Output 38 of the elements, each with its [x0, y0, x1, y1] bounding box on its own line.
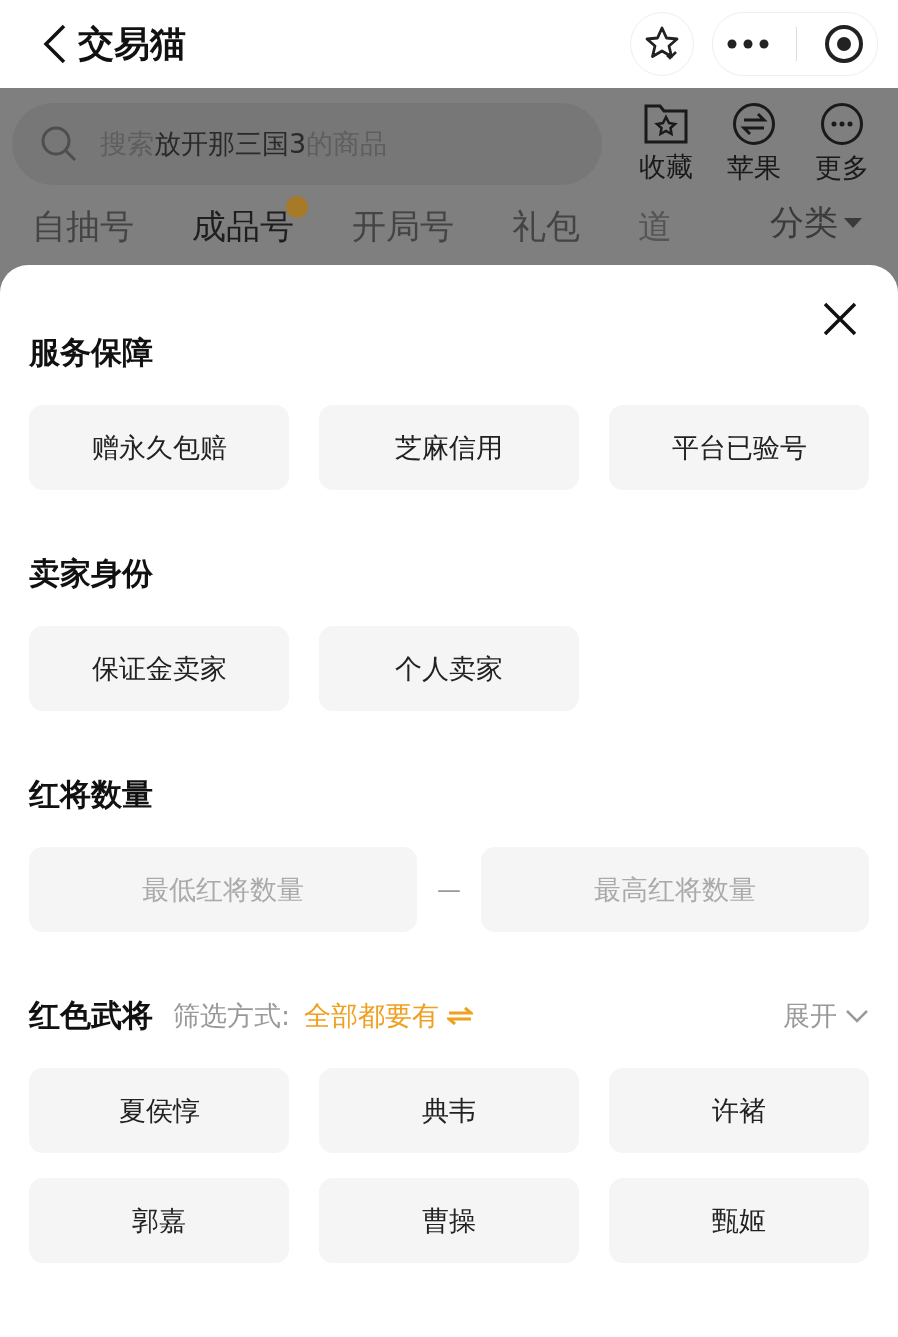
- toolbar-button[interactable]: 苹果: [710, 102, 798, 186]
- category-tab[interactable]: 成品号: [192, 196, 308, 250]
- category-tab[interactable]: 自抽号: [32, 196, 148, 250]
- folder-star-icon: [643, 103, 689, 145]
- target-icon[interactable]: [823, 24, 864, 64]
- option-chip[interactable]: 个人卖家: [319, 626, 579, 711]
- toolbar-button[interactable]: 更多: [798, 102, 886, 186]
- option-chip[interactable]: 郭嘉: [29, 1178, 289, 1263]
- category-tab[interactable]: 开局号: [352, 196, 468, 250]
- max-input-field[interactable]: 最高红将数量: [481, 847, 869, 932]
- swap-icon: [732, 102, 776, 146]
- more-icon: [820, 102, 864, 146]
- section-title: 红色武将: [29, 996, 153, 1035]
- filter-label: 筛选方式:: [173, 999, 291, 1033]
- section-title: 卖家身份: [29, 554, 153, 593]
- range-dash: —: [436, 875, 462, 904]
- option-chip[interactable]: 典韦: [319, 1068, 579, 1153]
- option-chip[interactable]: 曹操: [319, 1178, 579, 1263]
- chevron-down-icon: [845, 1009, 869, 1023]
- option-chip[interactable]: 许褚: [609, 1068, 869, 1153]
- more-icon[interactable]: [726, 38, 771, 50]
- category-dropdown[interactable]: 分类: [770, 200, 862, 246]
- option-chip[interactable]: 平台已验号: [609, 405, 869, 490]
- option-chip[interactable]: 保证金卖家: [29, 626, 289, 711]
- category-tab[interactable]: 礼包: [512, 196, 594, 250]
- section-title: 红将数量: [29, 775, 153, 814]
- caret-icon: [844, 218, 862, 228]
- option-chip[interactable]: 甄姬: [609, 1178, 869, 1263]
- expand-button[interactable]: 展开: [783, 998, 869, 1034]
- option-chip[interactable]: 赠永久包赔: [29, 405, 289, 490]
- min-input-field[interactable]: 最低红将数量: [29, 847, 417, 932]
- option-chip[interactable]: 芝麻信用: [319, 405, 579, 490]
- close-icon[interactable]: [822, 301, 858, 337]
- search-icon: [40, 125, 78, 163]
- page-title: 交易猫: [78, 21, 187, 66]
- toolbar-button[interactable]: 收藏: [622, 103, 710, 185]
- section-title: 服务保障: [29, 333, 153, 372]
- option-chip[interactable]: 夏侯惇: [29, 1068, 289, 1153]
